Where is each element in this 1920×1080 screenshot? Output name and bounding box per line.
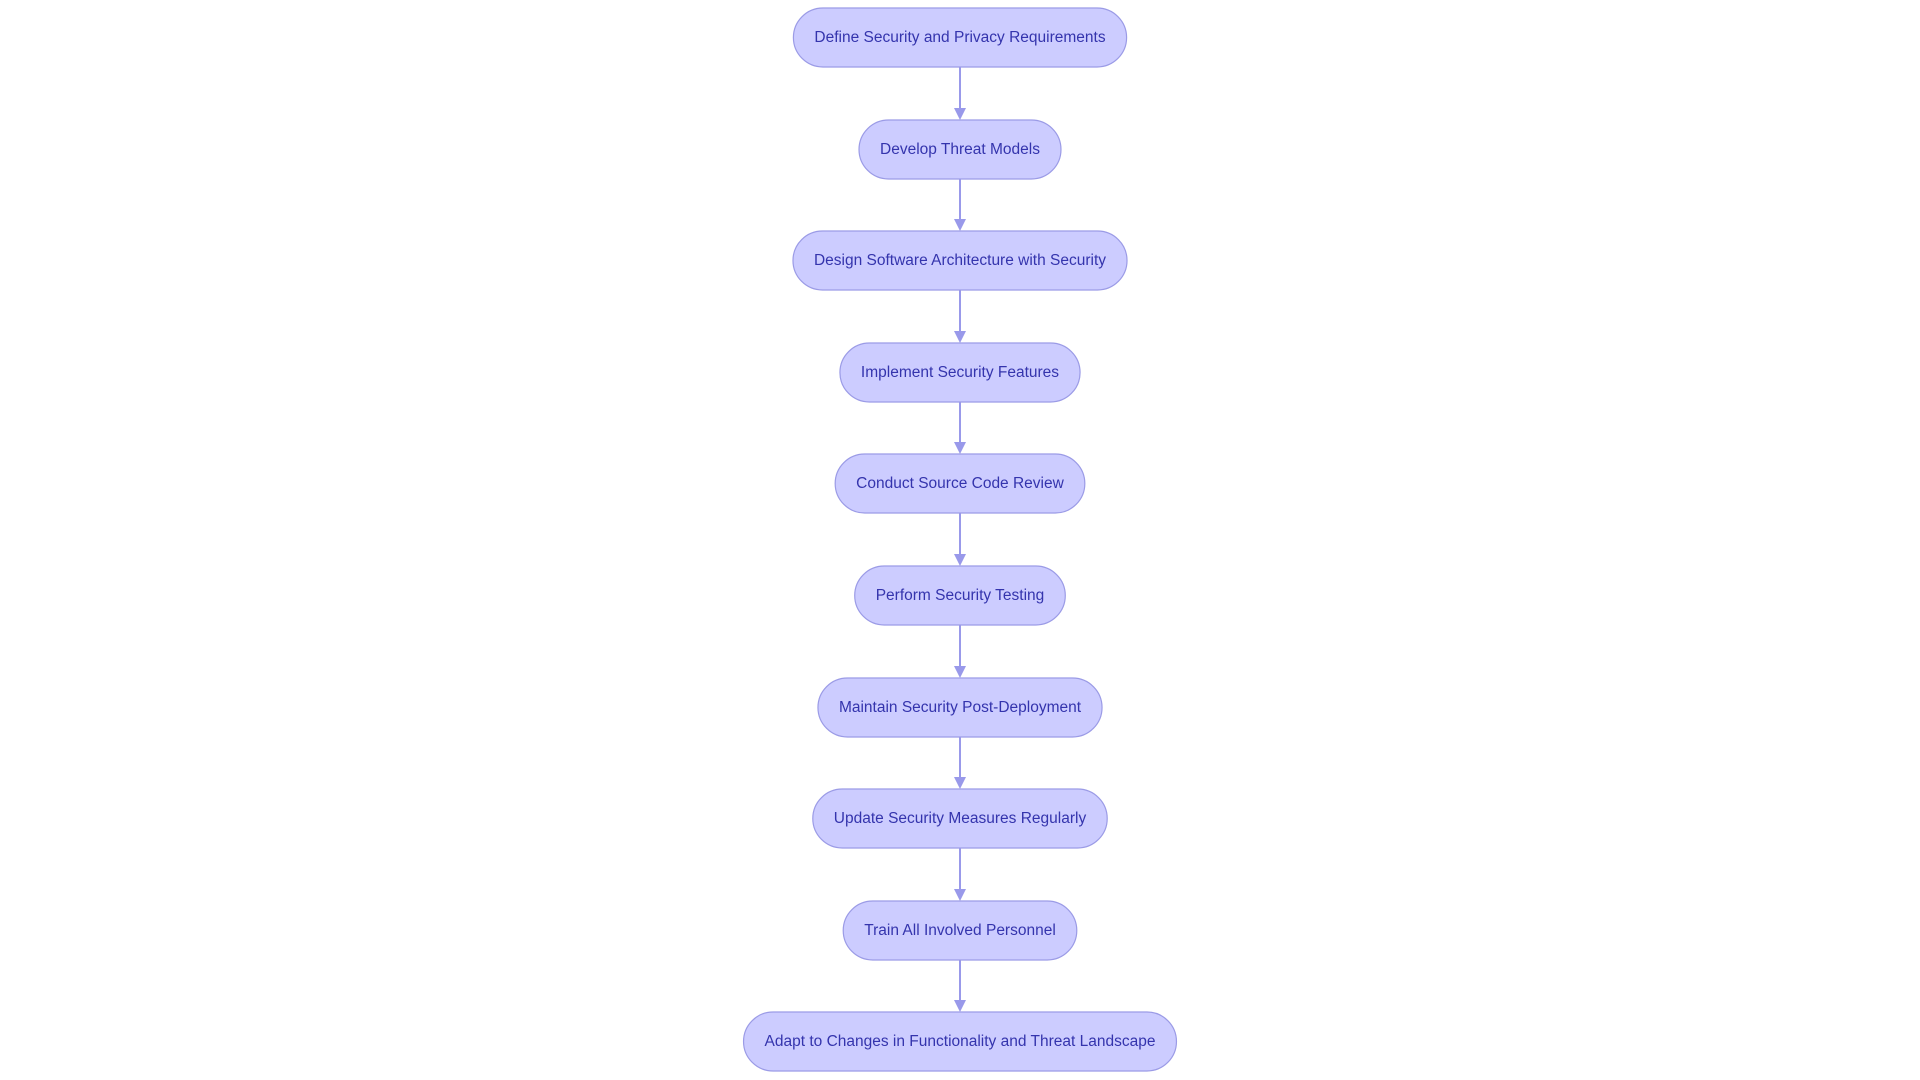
- flow-node-n9[interactable]: Train All Involved Personnel: [842, 900, 1078, 961]
- arrowhead-icon: [954, 889, 966, 901]
- node-label: Maintain Security Post-Deployment: [839, 699, 1082, 716]
- flow-edge-n1-n2: [954, 67, 966, 120]
- flow-edge-n7-n8: [954, 737, 966, 789]
- arrowhead-icon: [954, 1000, 966, 1012]
- arrowhead-icon: [954, 219, 966, 231]
- node-label: Update Security Measures Regularly: [834, 810, 1087, 827]
- edges-layer: [954, 67, 966, 1012]
- node-label: Conduct Source Code Review: [856, 475, 1064, 492]
- node-label: Perform Security Testing: [876, 587, 1045, 604]
- arrowhead-icon: [954, 777, 966, 789]
- flow-edge-n8-n9: [954, 848, 966, 901]
- flow-edge-n3-n4: [954, 290, 966, 343]
- arrowhead-icon: [954, 554, 966, 566]
- flow-node-n4[interactable]: Implement Security Features: [839, 342, 1081, 403]
- flow-node-n5[interactable]: Conduct Source Code Review: [834, 453, 1086, 514]
- flow-node-n2[interactable]: Develop Threat Models: [858, 119, 1062, 180]
- flow-edge-n4-n5: [954, 402, 966, 454]
- node-label: Train All Involved Personnel: [864, 922, 1056, 939]
- flow-node-n6[interactable]: Perform Security Testing: [854, 565, 1066, 626]
- flow-edge-n9-n10: [954, 960, 966, 1012]
- node-label: Implement Security Features: [861, 364, 1059, 381]
- flow-node-n10[interactable]: Adapt to Changes in Functionality and Th…: [742, 1011, 1178, 1072]
- arrowhead-icon: [954, 331, 966, 343]
- flow-node-n1[interactable]: Define Security and Privacy Requirements: [792, 7, 1128, 68]
- flow-edge-n5-n6: [954, 513, 966, 566]
- node-label: Adapt to Changes in Functionality and Th…: [765, 1033, 1156, 1050]
- arrowhead-icon: [954, 442, 966, 454]
- flow-node-n7[interactable]: Maintain Security Post-Deployment: [817, 677, 1103, 738]
- node-label: Design Software Architecture with Securi…: [814, 252, 1106, 269]
- flow-edge-n6-n7: [954, 625, 966, 678]
- flow-edge-n2-n3: [954, 179, 966, 231]
- flow-node-n3[interactable]: Design Software Architecture with Securi…: [792, 230, 1128, 291]
- flow-node-n8[interactable]: Update Security Measures Regularly: [812, 788, 1108, 849]
- arrowhead-icon: [954, 666, 966, 678]
- node-label: Develop Threat Models: [880, 141, 1040, 158]
- node-label: Define Security and Privacy Requirements: [814, 29, 1105, 46]
- flowchart-canvas: Define Security and Privacy Requirements…: [742, 7, 1178, 1072]
- arrowhead-icon: [954, 108, 966, 120]
